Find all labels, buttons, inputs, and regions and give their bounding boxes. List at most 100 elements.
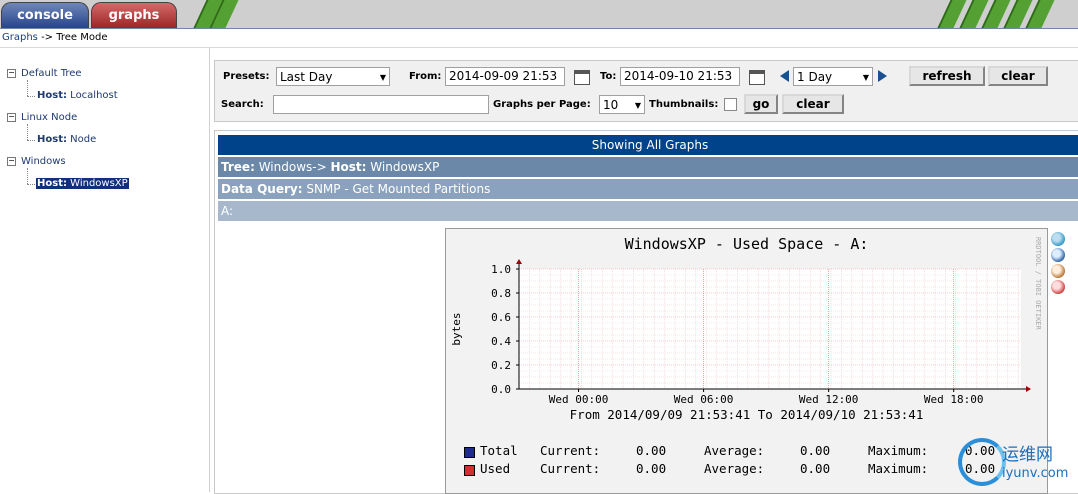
host-name: WindowsXP — [70, 178, 128, 189]
from-label: From: — [409, 71, 442, 82]
legend-swatch — [464, 447, 475, 458]
presets-value: Last Day — [280, 70, 333, 84]
x-tick-label: Wed 12:00 — [799, 393, 859, 406]
watermark-text: 运维网 — [1002, 445, 1053, 465]
tree-host-node[interactable]: Host: Node — [37, 134, 96, 145]
header-decoration-right — [934, 0, 1078, 28]
zoom-icon[interactable] — [1051, 232, 1065, 246]
legend-current-label: Current: — [540, 443, 601, 458]
host-prefix: Host: — [37, 178, 67, 189]
graphs-per-page-value: 10 — [603, 98, 619, 112]
showing-all-graphs-header: Showing All Graphs — [218, 135, 1078, 155]
y-tick-label: 0.8 — [491, 287, 511, 300]
to-label: To: — [600, 71, 617, 82]
host-label: Host: — [330, 160, 367, 174]
tree-host-windowsxp[interactable]: Host: WindowsXP — [36, 178, 129, 189]
from-date-input[interactable]: 2014-09-09 21:53 — [445, 67, 565, 86]
legend-average-value: 0.00 — [800, 461, 831, 476]
logo-ring-icon — [958, 438, 1006, 486]
legend-average-value: 0.00 — [800, 443, 831, 458]
data-query-label: Data Query: — [221, 182, 303, 196]
y-axis-label: bytes — [450, 312, 463, 345]
rrdtool-credit: RRDTOOL / TOBI OETIKER — [1034, 237, 1042, 331]
y-tick-label: 0.6 — [491, 311, 511, 324]
y-axis-arrow — [516, 259, 522, 264]
legend-series-name: Total — [480, 443, 518, 458]
shift-right-icon[interactable] — [878, 70, 887, 82]
search-label: Search: — [221, 99, 264, 110]
calendar-icon[interactable] — [749, 70, 765, 85]
header-decoration — [190, 0, 242, 28]
clear-search-button[interactable]: clear — [782, 94, 844, 114]
tree-node-default-tree[interactable]: Default Tree — [21, 68, 82, 79]
x-tick-label: Wed 00:00 — [549, 393, 609, 406]
calendar-icon[interactable] — [574, 70, 590, 85]
host-prefix: Host: — [37, 134, 67, 145]
x-axis-arrow — [1026, 386, 1031, 392]
graph-tree: − Default Tree Host: Localhost − Linux N… — [0, 48, 210, 492]
shift-left-icon[interactable] — [780, 70, 789, 82]
collapse-icon[interactable]: − — [7, 113, 16, 122]
thumbnails-label: Thumbnails: — [649, 99, 719, 110]
tree-label: Tree: — [221, 160, 255, 174]
y-tick-label: 0.0 — [491, 383, 511, 396]
x-tick-label: Wed 06:00 — [674, 393, 734, 406]
legend-average-label: Average: — [704, 443, 765, 458]
presets-label: Presets: — [223, 71, 270, 82]
legend-average-label: Average: — [704, 461, 765, 476]
tree-node-windows[interactable]: Windows — [21, 156, 66, 167]
graph-time-range: From 2014/09/09 21:53:41 To 2014/09/10 2… — [569, 407, 924, 422]
tab-graphs[interactable]: graphs — [91, 2, 177, 28]
breadcrumb-graphs-link[interactable]: Graphs — [2, 32, 38, 43]
thumbnails-checkbox[interactable] — [724, 98, 737, 111]
clear-button[interactable]: clear — [988, 66, 1048, 86]
chevron-down-icon: ▼ — [862, 73, 869, 82]
tree-node-linux-node[interactable]: Linux Node — [21, 112, 77, 123]
to-date-input[interactable]: 2014-09-10 21:53 — [620, 67, 740, 86]
legend-current-value: 0.00 — [636, 461, 667, 476]
legend-swatch — [464, 465, 475, 476]
data-query-value: SNMP - Get Mounted Partitions — [306, 182, 491, 196]
breadcrumb: Graphs -> Tree Mode — [0, 29, 1078, 48]
host-name: Localhost — [70, 90, 118, 101]
collapse-icon[interactable]: − — [7, 157, 16, 166]
properties-icon[interactable] — [1051, 264, 1065, 278]
partition-header: A: — [218, 201, 1078, 221]
chevron-down-icon: ▼ — [379, 73, 386, 82]
y-tick-label: 0.4 — [491, 335, 511, 348]
y-tick-label: 1.0 — [491, 263, 511, 276]
page-top-icon[interactable] — [1051, 280, 1065, 294]
legend-series-name: Used — [480, 461, 511, 476]
legend-current-value: 0.00 — [636, 443, 667, 458]
top-header: console graphs — [0, 0, 1078, 29]
legend-maximum-label: Maximum: — [868, 443, 929, 458]
watermark-logo: 运维网 iyunv.com — [956, 434, 1076, 490]
graphs-per-page-select[interactable]: 10 ▼ — [599, 95, 645, 114]
legend-current-label: Current: — [540, 461, 601, 476]
breadcrumb-current: Tree Mode — [56, 32, 108, 43]
search-input[interactable] — [273, 95, 489, 114]
graph-actions — [1051, 232, 1069, 296]
watermark-url: iyunv.com — [1002, 466, 1069, 481]
tree-value: Windows-> — [258, 160, 327, 174]
y-tick-label: 0.2 — [491, 359, 511, 372]
host-prefix: Host: — [37, 90, 67, 101]
x-tick-label: Wed 18:00 — [924, 393, 984, 406]
timespan-select[interactable]: 1 Day ▼ — [793, 67, 873, 86]
data-query-header: Data Query: SNMP - Get Mounted Partition… — [218, 179, 1078, 199]
refresh-button[interactable]: refresh — [909, 66, 985, 86]
host-name: Node — [70, 134, 97, 145]
chevron-down-icon: ▼ — [634, 101, 641, 110]
tab-console[interactable]: console — [1, 2, 89, 28]
go-button[interactable]: go — [744, 94, 778, 114]
timespan-value: 1 Day — [797, 70, 833, 84]
host-value: WindowsXP — [370, 160, 440, 174]
collapse-icon[interactable]: − — [7, 69, 16, 78]
legend-maximum-label: Maximum: — [868, 461, 929, 476]
csv-export-icon[interactable] — [1051, 248, 1065, 262]
tree-host-localhost[interactable]: Host: Localhost — [37, 90, 118, 101]
tree-host-header: Tree: Windows-> Host: WindowsXP — [218, 157, 1078, 177]
presets-select[interactable]: Last Day ▼ — [276, 67, 390, 86]
graph-filter-panel: Presets: Last Day ▼ From: 2014-09-09 21:5… — [214, 60, 1078, 122]
graphs-per-page-label: Graphs per Page: — [493, 99, 591, 110]
